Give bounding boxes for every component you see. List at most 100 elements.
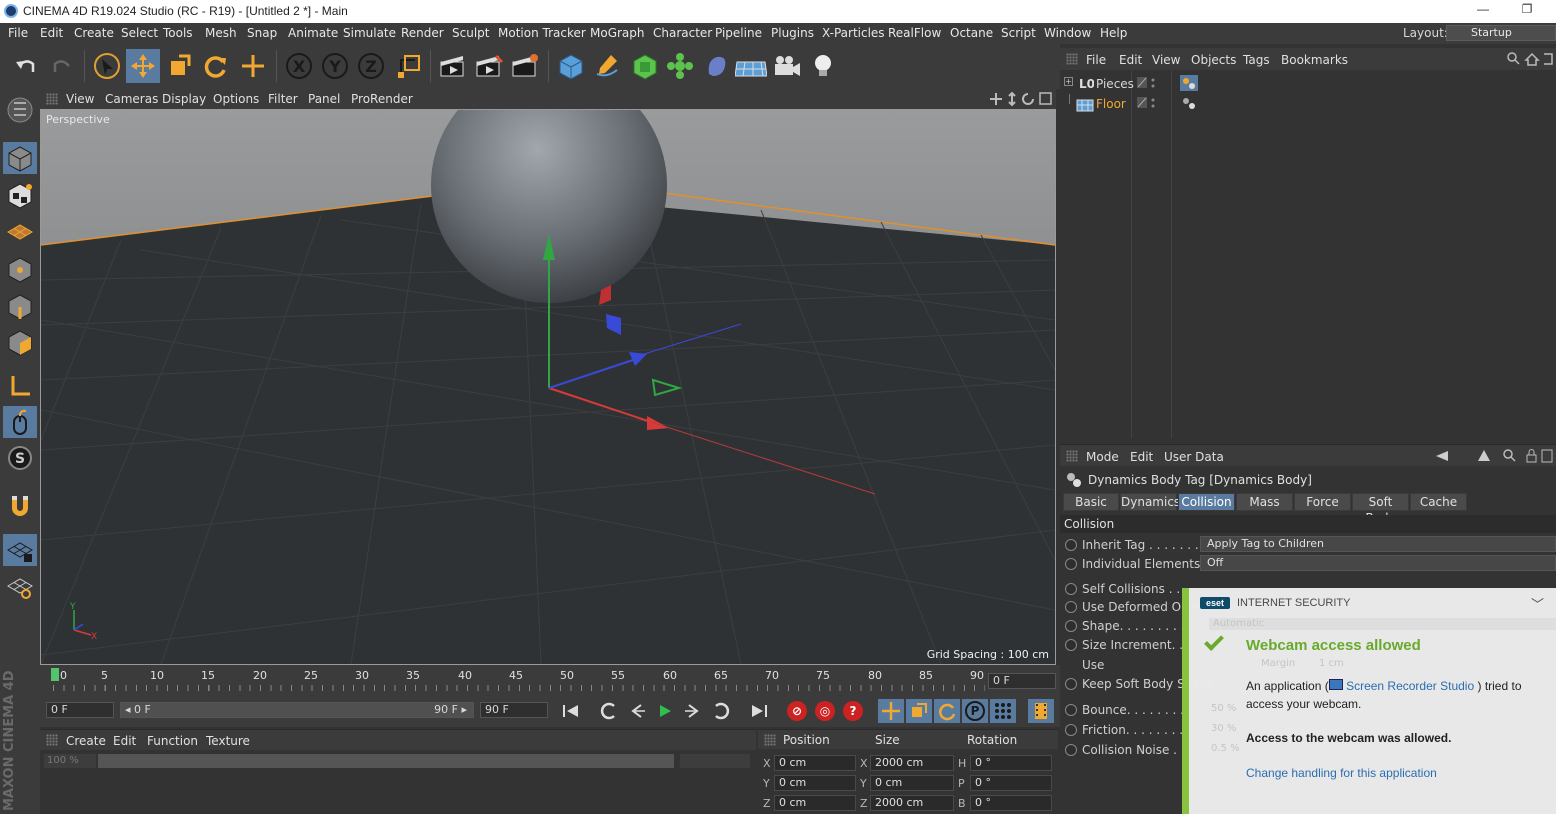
record-pla-button[interactable] <box>990 699 1016 723</box>
viewport-menu-view[interactable]: View <box>66 92 94 106</box>
menu-sculpt[interactable]: Sculpt <box>452 26 489 40</box>
texture-mode-button[interactable] <box>3 179 37 211</box>
frame-range-slider[interactable]: ◂ 0 F 90 F ▸ <box>120 702 474 718</box>
points-mode-button[interactable] <box>3 253 37 285</box>
object-menu-edit[interactable]: Edit <box>1119 53 1142 67</box>
add-subdivision-button[interactable] <box>628 49 662 83</box>
add-cube-button[interactable] <box>554 49 588 83</box>
object-manager-body[interactable] <box>1060 70 1556 440</box>
menu-edit[interactable]: Edit <box>40 26 63 40</box>
menu-script[interactable]: Script <box>1001 26 1036 40</box>
panel-grip-icon[interactable] <box>1066 450 1078 462</box>
panel-grip-icon[interactable] <box>1066 53 1078 65</box>
play-button[interactable] <box>652 699 678 723</box>
make-editable-button[interactable] <box>3 94 37 126</box>
material-zoom-slider[interactable] <box>98 754 674 768</box>
material-menu-edit[interactable]: Edit <box>113 734 136 748</box>
record-rotation-button[interactable] <box>934 699 960 723</box>
attribute-menu-edit[interactable]: Edit <box>1130 450 1153 464</box>
menu-select[interactable]: Select <box>121 26 158 40</box>
restore-button[interactable]: ❐ <box>1512 2 1542 20</box>
animate-toggle-icon[interactable] <box>1065 724 1077 736</box>
visibility-toggle-icon[interactable] <box>1136 76 1158 90</box>
material-zoom-field[interactable]: 100 % <box>44 754 96 768</box>
object-menu-bookmarks[interactable]: Bookmarks <box>1281 53 1348 67</box>
live-selection-tool[interactable] <box>90 49 124 83</box>
object-manager-nav-icons[interactable] <box>1506 51 1554 67</box>
minimize-button[interactable]: — <box>1468 2 1498 20</box>
menu-x-particles[interactable]: X-Particles <box>822 26 885 40</box>
animate-toggle-icon[interactable] <box>1065 558 1077 570</box>
go-to-end-button[interactable] <box>746 699 772 723</box>
attribute-manager-nav-icons[interactable] <box>1434 448 1554 464</box>
eset-app-name-link[interactable]: Screen Recorder Studio <box>1346 679 1474 693</box>
tab-soft-body[interactable]: Soft Body <box>1352 493 1409 525</box>
inherit-tag-dropdown[interactable]: Apply Tag to Children <box>1200 536 1556 552</box>
rotate-tool[interactable] <box>198 49 232 83</box>
menu-realflow[interactable]: RealFlow <box>888 26 941 40</box>
menu-window[interactable]: Window <box>1044 26 1091 40</box>
menu-character[interactable]: Character <box>653 26 712 40</box>
add-deformer-button[interactable] <box>700 49 734 83</box>
position-z-field[interactable]: 0 cm <box>774 795 856 811</box>
material-menu-texture[interactable]: Texture <box>206 734 250 748</box>
current-frame-marker[interactable] <box>51 668 59 681</box>
recent-tool[interactable] <box>236 49 270 83</box>
add-floor-button[interactable] <box>734 49 768 83</box>
material-menu-function[interactable]: Function <box>147 734 198 748</box>
material-filter-dropdown[interactable] <box>680 754 750 768</box>
dynamics-body-tag-icon[interactable] <box>1180 75 1198 91</box>
undo-button[interactable] <box>9 49 43 83</box>
menu-create[interactable]: Create <box>74 26 114 40</box>
panel-grip-icon[interactable] <box>764 734 776 746</box>
snapping-button[interactable] <box>3 490 37 522</box>
object-menu-file[interactable]: File <box>1086 53 1106 67</box>
polygons-mode-button[interactable] <box>3 326 37 358</box>
object-menu-tags[interactable]: Tags <box>1243 53 1270 67</box>
tweak-mode-button[interactable] <box>3 406 37 438</box>
viewport-menu-panel[interactable]: Panel <box>308 92 340 106</box>
tab-mass[interactable]: Mass <box>1236 493 1293 511</box>
rotation-b-field[interactable]: 0 ° <box>970 795 1052 811</box>
add-pen-spline-button[interactable] <box>590 49 624 83</box>
tab-collision[interactable]: Collision <box>1178 493 1235 511</box>
object-menu-view[interactable]: View <box>1152 53 1180 67</box>
timeline-scheme-button[interactable] <box>1028 699 1054 723</box>
locked-workplane-button[interactable] <box>3 534 37 566</box>
lock-z-axis-button[interactable]: Z <box>354 49 388 83</box>
tab-dynamics[interactable]: Dynamics <box>1120 493 1180 511</box>
lock-x-axis-button[interactable]: X <box>282 49 316 83</box>
coordinate-system-button[interactable] <box>392 49 426 83</box>
menu-mesh[interactable]: Mesh <box>205 26 237 40</box>
object-row-floor[interactable]: Floor <box>1060 94 1556 114</box>
render-view-button[interactable] <box>436 49 470 83</box>
animate-toggle-icon[interactable] <box>1065 678 1077 690</box>
size-y-field[interactable]: 0 cm <box>870 775 954 791</box>
size-x-field[interactable]: 2000 cm <box>870 755 954 771</box>
collider-body-tag-icon[interactable] <box>1180 95 1198 111</box>
animate-toggle-icon[interactable] <box>1065 601 1077 613</box>
enable-axis-button[interactable] <box>3 370 37 402</box>
collapse-chevron-icon[interactable]: ﹀ <box>1531 594 1544 613</box>
viewport-menu-cameras[interactable]: Cameras <box>105 92 158 106</box>
solo-button[interactable]: S <box>3 442 37 474</box>
menu-snap[interactable]: Snap <box>247 26 277 40</box>
record-position-button[interactable] <box>878 699 904 723</box>
animate-toggle-icon[interactable] <box>1065 620 1077 632</box>
attribute-menu-user-data[interactable]: User Data <box>1164 450 1224 464</box>
viewport-navigation-icons[interactable] <box>988 91 1052 107</box>
menu-plugins[interactable]: Plugins <box>771 26 814 40</box>
tab-basic[interactable]: Basic <box>1063 493 1119 511</box>
animate-toggle-icon[interactable] <box>1065 639 1077 651</box>
object-menu-objects[interactable]: Objects <box>1191 53 1236 67</box>
animate-toggle-icon[interactable] <box>1065 539 1077 551</box>
record-scale-button[interactable] <box>906 699 932 723</box>
menu-tools[interactable]: Tools <box>163 26 193 40</box>
redo-button[interactable] <box>45 49 79 83</box>
animate-toggle-icon[interactable] <box>1065 744 1077 756</box>
menu-motion-tracker[interactable]: Motion Tracker <box>498 26 586 40</box>
menu-mograph[interactable]: MoGraph <box>590 26 645 40</box>
material-menu-create[interactable]: Create <box>66 734 106 748</box>
change-handling-link[interactable]: Change handling for this application <box>1246 766 1437 780</box>
current-frame-field[interactable]: 0 F <box>988 673 1056 689</box>
